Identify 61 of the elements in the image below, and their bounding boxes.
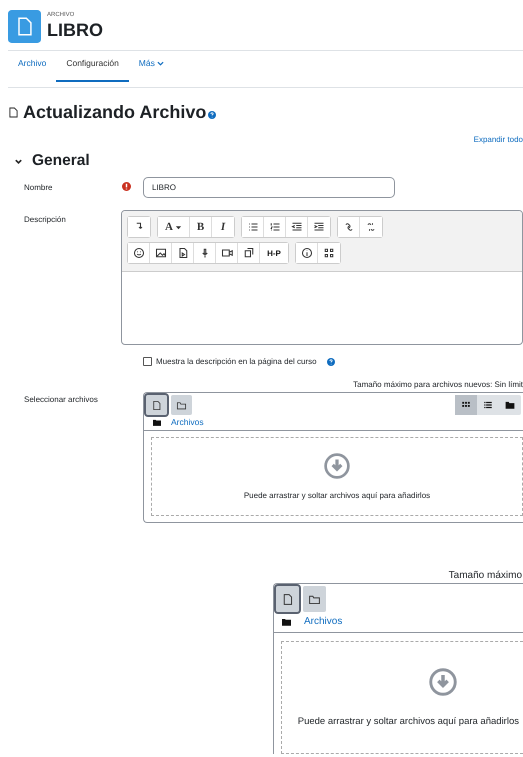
activity-title: LIBRO: [47, 20, 103, 41]
checkbox-label: Muestra la descripción en la página del curso: [156, 357, 317, 366]
field-label: Nombre: [24, 183, 54, 192]
view-mode-button[interactable]: [455, 395, 477, 415]
outdent-icon: [290, 221, 302, 233]
section-heading: General: [32, 152, 90, 170]
info-icon: [300, 247, 312, 259]
bullet-list-icon: [246, 221, 258, 233]
caret-icon: [174, 224, 182, 230]
toolbar-button[interactable]: [128, 243, 150, 263]
add-file-button[interactable]: [146, 395, 167, 415]
toolbar-button[interactable]: [242, 217, 264, 237]
create-folder-button[interactable]: [171, 395, 192, 415]
nav-tab[interactable]: Más: [128, 46, 174, 82]
indent-icon: [313, 221, 325, 233]
toolbar-button[interactable]: A: [158, 217, 190, 237]
nav-tab[interactable]: Configuración: [56, 46, 129, 82]
drop-zone[interactable]: Puede arrastrar y soltar archivos aquí para añadirlos: [281, 641, 523, 754]
page-heading: Actualizando Archivo: [23, 102, 206, 123]
file-icon: [281, 592, 294, 606]
name-input[interactable]: LIBRO: [143, 177, 395, 198]
download-icon: [429, 668, 457, 696]
chevron-icon[interactable]: [14, 156, 23, 166]
grid-icon: [461, 400, 471, 410]
image-icon: [154, 247, 166, 259]
copy-icon: [242, 247, 254, 259]
unlink-icon: [365, 221, 377, 233]
checkbox[interactable]: [143, 357, 152, 366]
toolbar-button[interactable]: [296, 243, 318, 263]
toolbar-button[interactable]: [338, 217, 360, 237]
max-size-note: Tamaño máximo: [448, 570, 523, 583]
field-label: Descripción: [24, 214, 67, 226]
folder-link[interactable]: Archivos: [171, 417, 204, 427]
help-icon[interactable]: [326, 358, 335, 366]
media-file-icon: [176, 247, 188, 259]
add-file-button[interactable]: [276, 586, 299, 612]
rich-text-editor[interactable]: A B I H-P: [121, 210, 523, 345]
nav-tab[interactable]: Archivo: [8, 46, 56, 82]
create-folder-button[interactable]: [303, 586, 326, 612]
numbered-list-icon: [268, 221, 280, 233]
grid-icon: [323, 247, 335, 259]
smiley-icon: [132, 247, 144, 259]
folder-icon: [282, 618, 291, 626]
field-label: Seleccionar archivos: [24, 394, 99, 406]
file-icon: [151, 400, 162, 410]
file-icon: [9, 107, 18, 118]
folder-link[interactable]: Archivos: [304, 616, 342, 627]
folder-icon: [505, 400, 515, 410]
help-icon[interactable]: [208, 111, 216, 119]
drop-hint: Puede arrastrar y soltar archivos aquí para añadirlos: [298, 716, 520, 727]
file-icon: [8, 10, 41, 43]
link-icon: [342, 221, 354, 233]
video-camera-icon: [220, 247, 232, 259]
max-size-note: Tamaño máximo para archivos nuevos: Sin límit: [352, 380, 523, 391]
folder-icon: [153, 418, 161, 426]
list-icon: [483, 400, 493, 410]
download-icon: [324, 453, 350, 479]
expand-all-link[interactable]: Expandir todo: [474, 135, 523, 144]
drop-zone[interactable]: Puede arrastrar y soltar archivos aquí para añadirlos: [151, 437, 523, 516]
drop-hint: Puede arrastrar y soltar archivos aquí para añadirlos: [244, 491, 430, 500]
folder-icon: [176, 400, 187, 410]
